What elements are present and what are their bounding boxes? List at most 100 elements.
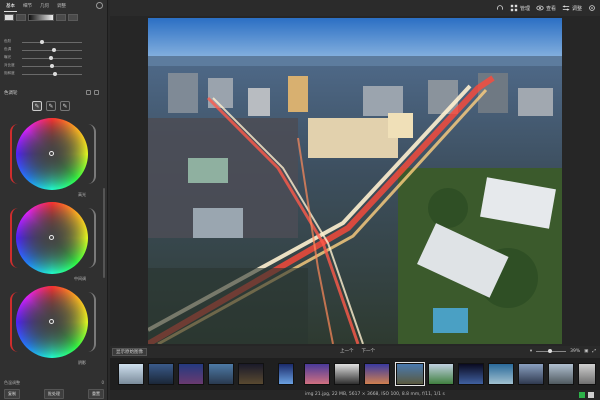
city-night-photo (148, 18, 562, 344)
thumbnail[interactable] (364, 363, 390, 385)
wheel-center-handle[interactable] (49, 235, 54, 240)
wheel-center-handle[interactable] (49, 151, 54, 156)
prev-button[interactable]: 上一个 (340, 348, 354, 354)
footer-value: 0 (101, 380, 104, 385)
preview-toolbar: 显示原始图像 上一个 下一个 ▾ 39% ▣ ⤢ (110, 346, 600, 358)
mode-bw-button[interactable] (56, 14, 66, 21)
copy-button[interactable]: 复制 (4, 389, 20, 399)
mode-auto-button[interactable] (4, 14, 14, 21)
wheel-label: 中间调 (74, 276, 86, 281)
color-wheel-shadows[interactable]: 阴影 (10, 284, 96, 366)
thumbnail[interactable] (578, 363, 596, 385)
thumbnail[interactable] (118, 363, 144, 385)
thumbnail[interactable] (238, 363, 264, 385)
panel-settings-icon[interactable] (96, 2, 103, 9)
left-adjust-panel: 基本 细节 几何 调整 色阶 色调 曝光 对比度 饱和度 色调轮 ✎ ✎ ✎ 高… (0, 0, 108, 400)
color-wheel-midtones[interactable]: 中间调 (10, 200, 96, 282)
wheel-section-controls (86, 90, 99, 95)
settings-icon[interactable] (588, 4, 596, 12)
slider-row: 色调 (4, 46, 104, 54)
color-wheels-title: 色调轮 (4, 91, 18, 96)
footer-label: 色温调整 (4, 380, 20, 385)
manage-tab[interactable]: 管理 (510, 4, 530, 12)
eyedropper-gray-icon[interactable]: ✎ (46, 101, 56, 111)
manage-label: 管理 (519, 5, 530, 12)
color-wheel-highlights[interactable]: 高光 (10, 116, 96, 198)
slider-label: 对比度 (4, 63, 15, 67)
photo-canvas (148, 18, 562, 344)
slider-knob[interactable] (53, 72, 57, 76)
thumbnail[interactable] (304, 363, 330, 385)
thumbnail-selected[interactable] (395, 362, 425, 386)
tab-basic[interactable]: 基本 (4, 2, 17, 12)
fit-icon[interactable]: ▣ (584, 349, 588, 354)
eyedropper-icon[interactable]: ✎ (32, 101, 42, 111)
mode-manual-button[interactable] (16, 14, 26, 21)
slider-label: 饱和度 (4, 71, 15, 75)
thumbnail[interactable] (428, 363, 454, 385)
zoom-knob[interactable] (548, 348, 553, 353)
nav-buttons: 上一个 下一个 (340, 348, 375, 354)
slider-knob[interactable] (40, 40, 44, 44)
image-preview[interactable] (110, 16, 600, 346)
tone-gradient-button[interactable] (28, 14, 54, 21)
mode-color-button[interactable] (68, 14, 78, 21)
slider-row: 饱和度 (4, 70, 104, 78)
view-tab[interactable]: 查看 (536, 4, 556, 12)
thumbnail[interactable] (518, 363, 544, 385)
slider-track[interactable] (22, 42, 82, 43)
slider-label: 色调 (4, 47, 12, 51)
headphones-icon[interactable] (496, 4, 504, 12)
grid-icon (510, 4, 518, 12)
fullscreen-icon[interactable]: ⤢ (592, 348, 596, 354)
wheel-arc-right[interactable] (88, 124, 96, 184)
slider-row: 对比度 (4, 62, 104, 70)
wheel-arc-right[interactable] (88, 208, 96, 268)
eye-icon (536, 5, 544, 11)
filmstrip (110, 358, 600, 390)
footer-info-row: 色温调整 0 (4, 380, 104, 386)
slider-row: 曝光 (4, 54, 104, 62)
show-original-button[interactable]: 显示原始图像 (112, 348, 147, 356)
panel-tabs: 基本 细节 几何 调整 (4, 2, 68, 12)
adjust-tab[interactable]: 调整 (562, 4, 582, 12)
thumbnail[interactable] (148, 363, 174, 385)
slider-knob[interactable] (49, 56, 53, 60)
collapse-icon[interactable] (94, 90, 99, 95)
thumbnail[interactable] (208, 363, 234, 385)
basic-sliders: 色阶 色调 曝光 对比度 饱和度 (4, 38, 104, 78)
thumbnail[interactable] (334, 363, 360, 385)
panel-scrollbar[interactable] (103, 188, 105, 278)
panel-footer: 色温调整 0 复制 批处理 重置 (0, 378, 108, 400)
tab-detail[interactable]: 细节 (21, 2, 34, 12)
wheel-center-handle[interactable] (49, 319, 54, 324)
slider-knob[interactable] (52, 48, 56, 52)
wheel-label: 高光 (78, 192, 86, 197)
slider-knob[interactable] (50, 64, 54, 68)
eyedropper-white-icon[interactable]: ✎ (60, 101, 70, 111)
slider-label: 曝光 (4, 55, 12, 59)
top-toolbar: 管理 查看 调整 (110, 0, 600, 16)
next-button[interactable]: 下一个 (362, 348, 376, 354)
batch-button[interactable]: 批处理 (44, 389, 64, 399)
zoom-level[interactable]: 39% (570, 349, 580, 354)
slider-label: 色阶 (4, 39, 12, 43)
thumbnail[interactable] (488, 363, 514, 385)
wheel-arc-right[interactable] (88, 292, 96, 352)
zoom-slider[interactable] (536, 348, 567, 353)
slider-track[interactable] (22, 74, 82, 75)
top-toolbar-right: 管理 查看 调整 (496, 2, 596, 14)
reset-icon[interactable] (86, 90, 91, 95)
tab-adjust[interactable]: 调整 (55, 2, 68, 12)
status-bar: img 21.jpg, 22 MB, 5617 × 3668, ISO 100,… (110, 390, 600, 400)
thumbnail[interactable] (548, 363, 574, 385)
tab-geometry[interactable]: 几何 (38, 2, 51, 12)
view-label: 查看 (545, 5, 556, 12)
thumbnail[interactable] (458, 363, 484, 385)
wheel-label: 阴影 (78, 360, 86, 365)
zoom-out-icon[interactable]: ▾ (530, 349, 532, 354)
thumbnail[interactable] (278, 363, 294, 385)
thumbnail[interactable] (178, 363, 204, 385)
status-indicators (579, 392, 594, 398)
reset-button[interactable]: 重置 (88, 389, 104, 399)
